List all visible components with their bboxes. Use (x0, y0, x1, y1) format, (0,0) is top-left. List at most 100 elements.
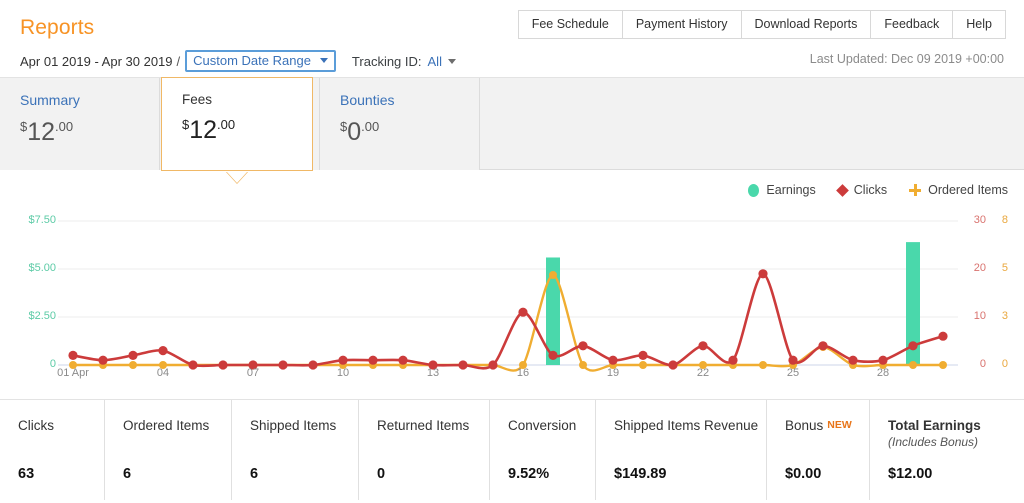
ordered-items-point[interactable] (759, 361, 767, 369)
y-axis-clicks-tick: 20 (973, 262, 986, 274)
stat-label: Shipped Items Revenue (614, 418, 759, 433)
stat-value: $12.00 (888, 466, 933, 482)
y-axis-clicks-tick: 0 (979, 358, 986, 370)
stat-cell: Returned Items 0 (359, 400, 490, 500)
amount-whole: 12 (189, 116, 218, 144)
popover-arrow-fill (226, 171, 248, 183)
ordered-items-point[interactable] (129, 361, 137, 369)
stat-value: 63 (18, 466, 35, 482)
tab-bounties-label: Bounties (340, 92, 395, 108)
nav-feedback-button[interactable]: Feedback (870, 10, 953, 39)
clicks-point[interactable] (668, 360, 678, 370)
clicks-point[interactable] (788, 355, 798, 365)
x-axis-tick: 13 (426, 367, 440, 379)
y-axis-ordered-items-tick: 5 (1001, 262, 1008, 274)
ordered-items-point[interactable] (939, 361, 947, 369)
x-axis-tick: 04 (156, 367, 170, 379)
clicks-point[interactable] (578, 341, 588, 351)
clicks-point[interactable] (398, 355, 408, 365)
clicks-point[interactable] (308, 360, 318, 370)
date-range-text: Apr 01 2019 - Apr 30 2019 (20, 53, 173, 69)
clicks-point[interactable] (338, 355, 348, 365)
clicks-point[interactable] (368, 355, 378, 365)
amount-cents: .00 (361, 119, 380, 134)
chevron-down-icon (447, 58, 456, 64)
date-range-select[interactable]: Custom Date Range (185, 50, 336, 72)
clicks-point[interactable] (458, 360, 468, 370)
clicks-point[interactable] (698, 341, 708, 351)
ordered-items-line (71, 273, 945, 372)
stat-cell: Bonus NEW $0.00 (767, 400, 870, 500)
stat-value: 6 (250, 466, 259, 482)
reports-page: Reports Apr 01 2019 - Apr 30 2019 / Cust… (0, 0, 1024, 503)
x-axis-tick: 19 (606, 367, 620, 379)
nav-fee-schedule-button[interactable]: Fee Schedule (517, 10, 622, 39)
clicks-point[interactable] (878, 355, 888, 365)
nav-download-reports-button[interactable]: Download Reports (740, 10, 871, 39)
stat-label: Returned Items (377, 418, 470, 433)
tracking-id-label: Tracking ID: (351, 53, 422, 69)
clicks-point[interactable] (818, 341, 828, 351)
y-axis-ordered-items-tick: 3 (1001, 310, 1008, 322)
clicks-point[interactable] (728, 355, 738, 365)
y-axis-left-tick: $5.00 (28, 262, 56, 274)
nav-payment-history-button[interactable]: Payment History (621, 10, 741, 39)
clicks-point[interactable] (758, 269, 768, 279)
clicks-point[interactable] (278, 360, 288, 370)
ordered-items-point[interactable] (639, 361, 647, 369)
stat-value: 6 (123, 466, 132, 482)
separator: / (176, 53, 181, 69)
amount-whole: 12 (27, 118, 56, 146)
clicks-point[interactable] (188, 360, 198, 370)
date-range-select-value: Custom Date Range (193, 53, 311, 68)
stat-label: Bonus NEW (785, 418, 852, 433)
clicks-line (71, 272, 945, 370)
performance-chart: Earnings Clicks Ordered Items 0 0 0 $2.50 10… (0, 170, 1024, 400)
fees-popover-card[interactable]: Fees $12.00 (161, 77, 313, 184)
clicks-point[interactable] (218, 360, 228, 370)
stat-cell: Ordered Items 6 (105, 400, 232, 500)
chart-plot-area[interactable]: 0 0 0 $2.50 10 3 $5.00 20 5 $7.50 30 8 01 Apr 04 07 10 1… (0, 170, 1024, 400)
tab-bounties[interactable]: Bounties $0.00 (320, 78, 480, 170)
clicks-point[interactable] (638, 350, 648, 360)
x-axis-tick: 10 (336, 367, 350, 379)
stat-label: Total Earnings (888, 418, 981, 433)
clicks-point[interactable] (158, 346, 168, 356)
y-axis-clicks-tick: 30 (973, 214, 986, 226)
nav-help-button[interactable]: Help (952, 10, 1006, 39)
stat-value: 9.52% (508, 466, 550, 482)
stat-cell: Clicks 63 (0, 400, 105, 500)
ordered-items-point[interactable] (549, 271, 557, 279)
clicks-point[interactable] (848, 355, 858, 365)
top-bar: Reports Apr 01 2019 - Apr 30 2019 / Cust… (0, 0, 1024, 78)
tracking-id-filter[interactable]: Tracking ID: All (352, 54, 456, 69)
clicks-point[interactable] (608, 355, 618, 365)
clicks-point[interactable] (518, 307, 528, 317)
ordered-items-point[interactable] (579, 361, 587, 369)
stat-cell: Conversion 9.52% (490, 400, 596, 500)
tracking-id-value: All (427, 53, 442, 69)
x-axis-tick: 07 (246, 367, 260, 379)
fees-amount: $12.00 (182, 116, 312, 145)
clicks-point[interactable] (128, 350, 138, 360)
stat-cell: Shipped Items 6 (232, 400, 359, 500)
clicks-point[interactable] (548, 350, 558, 360)
y-axis-left-tick: $7.50 (28, 214, 56, 226)
x-axis-tick: 28 (876, 367, 890, 379)
x-axis-tick: 16 (516, 367, 530, 379)
clicks-point[interactable] (488, 360, 498, 370)
clicks-point[interactable] (908, 341, 918, 351)
clicks-point[interactable] (938, 331, 948, 341)
clicks-point[interactable] (68, 350, 78, 360)
clicks-point[interactable] (98, 355, 108, 365)
tab-summary[interactable]: Summary $12.00 (0, 78, 160, 170)
header-nav-buttons: Fee Schedule Payment History Download Re… (517, 10, 1006, 39)
stat-value: $149.89 (614, 466, 667, 482)
stat-sublabel: (Includes Bonus) (888, 435, 979, 449)
y-axis-left-tick: 0 (49, 358, 56, 370)
tab-summary-label: Summary (20, 92, 80, 108)
ordered-items-point[interactable] (909, 361, 917, 369)
stat-cell: Shipped Items Revenue $149.89 (596, 400, 767, 500)
y-axis-ordered-items-tick: 8 (1001, 214, 1008, 226)
new-badge: NEW (827, 419, 852, 431)
